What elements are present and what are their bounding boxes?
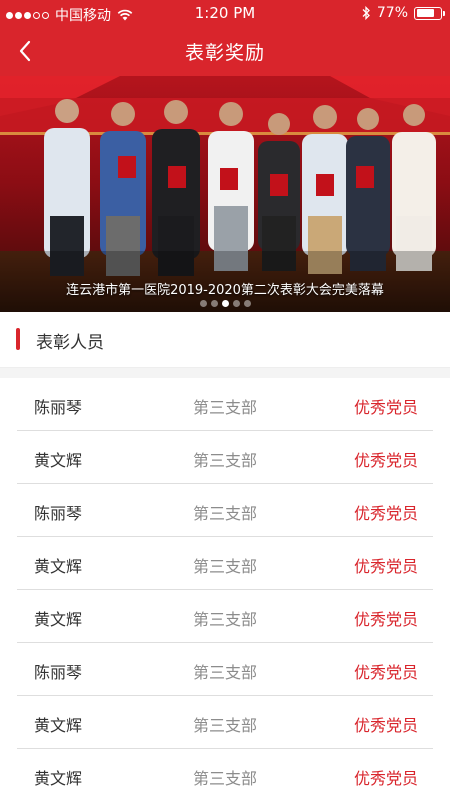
banner-caption: 连云港市第一医院2019-2020第二次表彰大会完美落幕 (66, 283, 384, 298)
nav-bar: 表彰奖励 (0, 26, 450, 76)
list-item[interactable]: 陈丽琴 第三支部 优秀党员 (0, 378, 450, 431)
honoree-award: 优秀党员 (353, 610, 418, 629)
header: 中国移动 1:20 PM 77% 表彰奖励 (0, 0, 450, 76)
honoree-award: 优秀党员 (353, 557, 418, 576)
section-accent-bar (16, 328, 20, 350)
list-item[interactable]: 黄文辉 第三支部 优秀党员 (0, 537, 450, 590)
list-item[interactable]: 黄文辉 第三支部 优秀党员 (0, 696, 450, 749)
list-item[interactable]: 黄文辉 第三支部 优秀党员 (0, 431, 450, 484)
honoree-list: 陈丽琴 第三支部 优秀党员 黄文辉 第三支部 优秀党员 陈丽琴 第三支部 优秀党员 黄文辉 第三支部… (0, 378, 450, 800)
list-item[interactable]: 陈丽琴 第三支部 优秀党员 (0, 484, 450, 537)
pager-dot[interactable] (243, 300, 251, 307)
banner-photo (0, 76, 450, 312)
status-bar: 中国移动 1:20 PM 77% (0, 0, 450, 26)
pager-dot[interactable] (199, 300, 207, 307)
app-screen: 中国移动 1:20 PM 77% 表彰奖励 连云港市第一医院2019-2020第… (0, 0, 450, 800)
section-header: 表彰人员 (0, 312, 450, 368)
battery-percent: 77% (376, 5, 408, 21)
honoree-award: 优秀党员 (353, 663, 418, 682)
honoree-award: 优秀党员 (353, 769, 418, 788)
battery-icon (414, 6, 445, 20)
status-right: 77% (361, 5, 445, 21)
banner-pager[interactable] (0, 300, 450, 307)
honoree-award: 优秀党员 (353, 398, 418, 417)
banner-carousel[interactable]: 连云港市第一医院2019-2020第二次表彰大会完美落幕 (0, 76, 450, 312)
pager-dot[interactable] (232, 300, 240, 307)
honoree-award: 优秀党员 (353, 716, 418, 735)
pager-dot[interactable] (210, 300, 218, 307)
honoree-award: 优秀党员 (353, 504, 418, 523)
section-divider (0, 368, 450, 378)
honoree-award: 优秀党员 (353, 451, 418, 470)
list-item[interactable]: 黄文辉 第三支部 优秀党员 (0, 590, 450, 643)
section-title: 表彰人员 (36, 333, 104, 353)
battery-level (416, 9, 434, 17)
bluetooth-icon (362, 6, 370, 20)
list-item[interactable]: 黄文辉 第三支部 优秀党员 (0, 749, 450, 800)
pager-dot[interactable] (221, 300, 229, 307)
page-title: 表彰奖励 (184, 42, 265, 64)
list-item[interactable]: 陈丽琴 第三支部 优秀党员 (0, 643, 450, 696)
